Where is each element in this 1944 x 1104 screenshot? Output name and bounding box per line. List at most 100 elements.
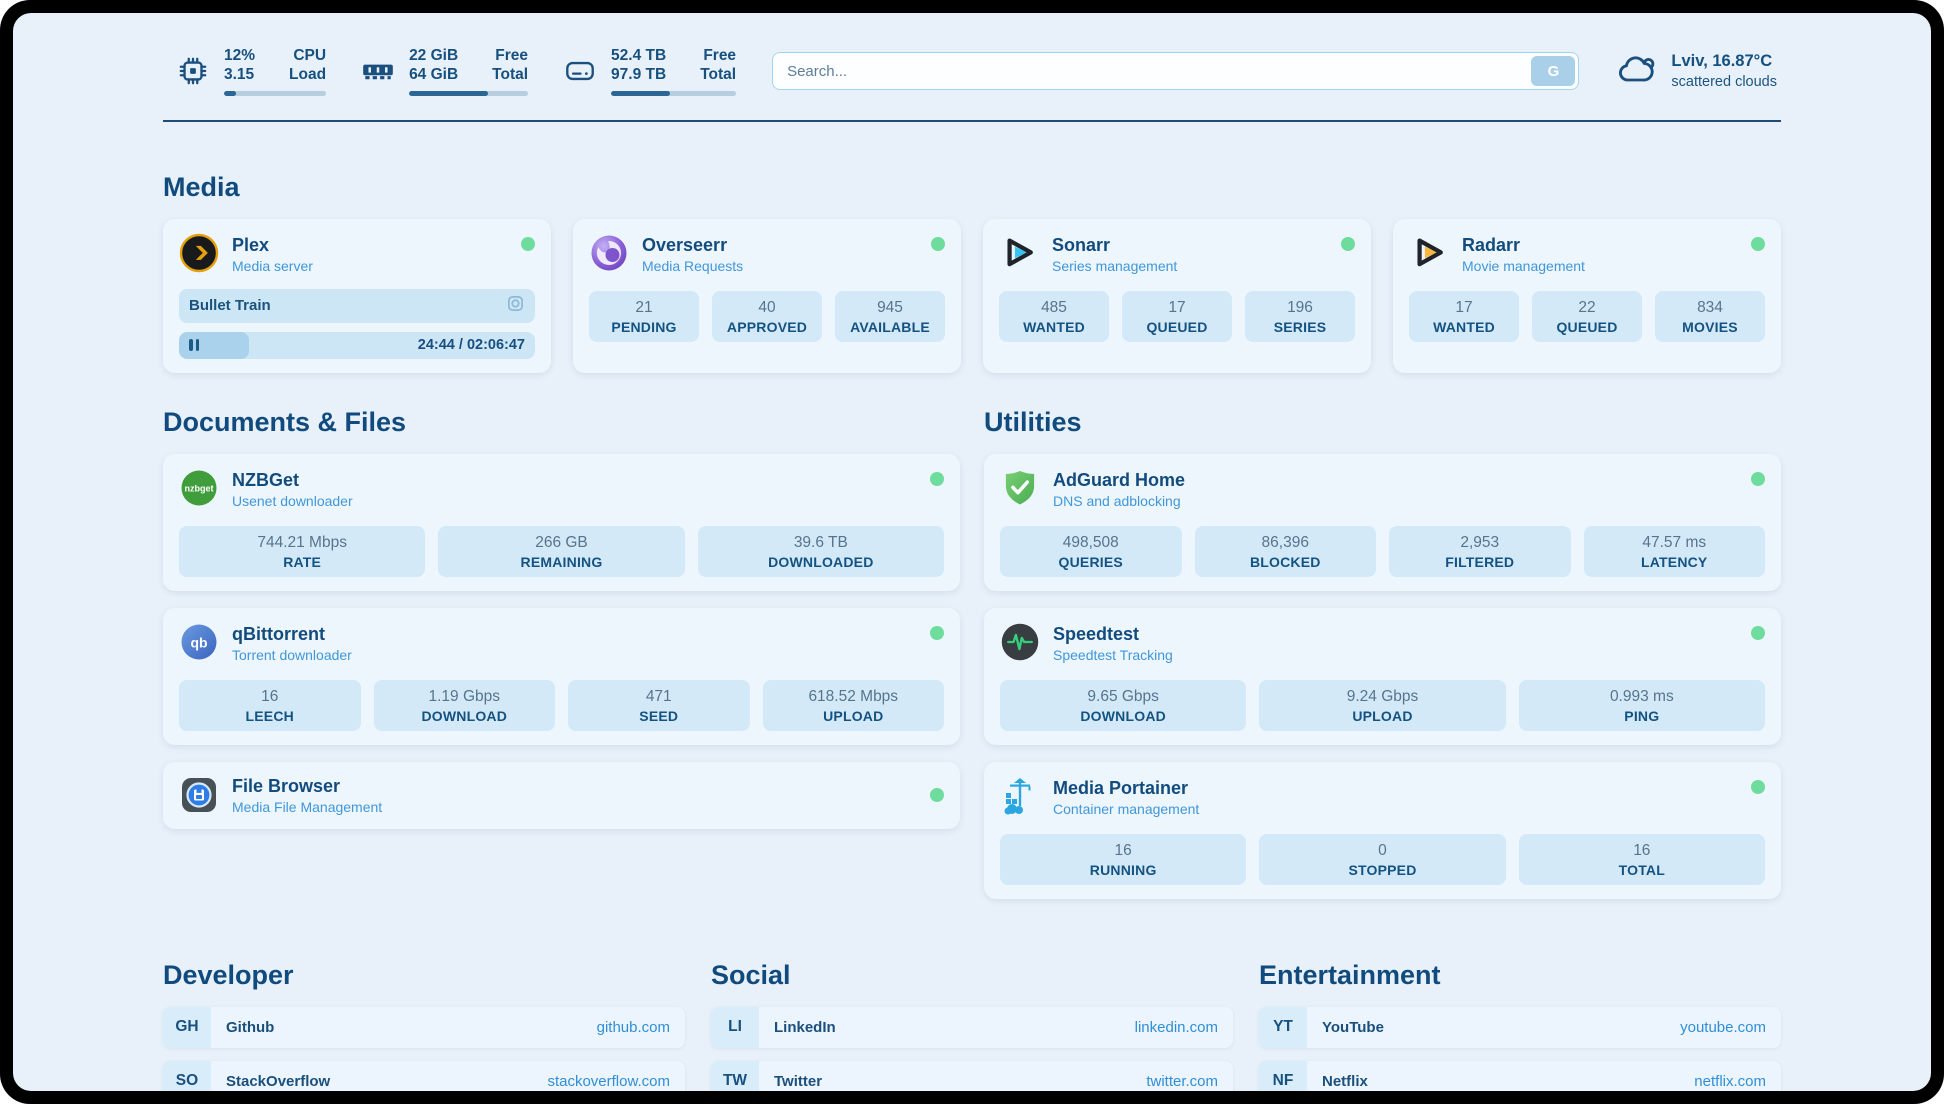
link-badge: SO [163, 1061, 211, 1091]
section-documents: Documents & Files nzbget NZBGet Usenet d… [163, 407, 960, 916]
stat-approved: 40 APPROVED [712, 291, 822, 342]
link-url: netflix.com [1694, 1073, 1766, 1090]
app-subtitle: Usenet downloader [232, 493, 353, 511]
system-widgets: 12% 3.15 CPU Load [175, 47, 736, 96]
link-name: StackOverflow [226, 1073, 330, 1090]
status-online-dot [930, 788, 944, 802]
stat-download: 1.19 Gbps DOWNLOAD [374, 680, 556, 731]
svg-text:nzbget: nzbget [185, 483, 214, 493]
disk-free-value: 52.4 TB [611, 47, 666, 66]
ram-progress-fill [409, 91, 488, 96]
stat-upload: 618.52 Mbps UPLOAD [763, 680, 945, 731]
app-card-sonarr[interactable]: Sonarr Series management 485 WANTED 17 Q… [983, 219, 1371, 373]
disk-widget: 52.4 TB 97.9 TB Free Total [562, 47, 736, 96]
app-card-filebrowser[interactable]: File Browser Media File Management [163, 762, 960, 829]
link-name: LinkedIn [774, 1019, 836, 1036]
dashboard-page: 12% 3.15 CPU Load [13, 13, 1931, 1091]
overseerr-icon [589, 233, 629, 273]
stat-upload: 9.24 Gbps UPLOAD [1259, 680, 1505, 731]
section-title-documents: Documents & Files [163, 407, 960, 438]
link-stackoverflow[interactable]: SO StackOverflow stackoverflow.com [163, 1061, 685, 1091]
header-divider [163, 120, 1781, 122]
link-netflix[interactable]: NF Netflix netflix.com [1259, 1061, 1781, 1091]
status-online-dot [1751, 472, 1765, 486]
disk-icon [562, 53, 598, 89]
section-title-developer: Developer [163, 960, 685, 991]
qbittorrent-icon: qb [179, 622, 219, 662]
cpu-usage-value: 12% [224, 47, 255, 66]
stat-remaining: 266 GB REMAINING [438, 526, 684, 577]
ram-total-label: Total [492, 66, 528, 85]
stat-wanted: 485 WANTED [999, 291, 1109, 342]
cpu-progress-fill [224, 91, 236, 96]
cpu-progress-track [224, 91, 326, 96]
stat-queued: 17 QUEUED [1122, 291, 1232, 342]
stat-running: 16 RUNNING [1000, 834, 1246, 885]
link-badge: NF [1259, 1061, 1307, 1091]
app-subtitle: Media server [232, 258, 313, 276]
now-playing-bar: Bullet Train [179, 289, 535, 323]
cpu-label: CPU [289, 47, 326, 66]
adguard-icon [1000, 468, 1040, 508]
link-github[interactable]: GH Github github.com [163, 1007, 685, 1048]
app-card-qbittorrent[interactable]: qb qBittorrent Torrent downloader 16 LEE… [163, 608, 960, 745]
link-youtube[interactable]: YT YouTube youtube.com [1259, 1007, 1781, 1048]
radarr-icon [1409, 233, 1449, 273]
stat-queued: 22 QUEUED [1532, 291, 1642, 342]
search-input[interactable] [772, 52, 1579, 90]
stat-latency: 47.57 ms LATENCY [1584, 526, 1766, 577]
stat-total: 16 TOTAL [1519, 834, 1765, 885]
cpu-widget: 12% 3.15 CPU Load [175, 47, 326, 96]
weather-widget: Lviv, 16.87°C scattered clouds [1615, 49, 1781, 94]
app-subtitle: Torrent downloader [232, 647, 352, 665]
stat-blocked: 86,396 BLOCKED [1195, 526, 1377, 577]
pause-icon[interactable] [189, 339, 199, 351]
section-media: Media Plex Media server [163, 172, 1781, 373]
app-card-overseerr[interactable]: Overseerr Media Requests 21 PENDING 40 A… [573, 219, 961, 373]
section-utilities: Utilities AdGuard Home [984, 407, 1781, 916]
disk-free-label: Free [700, 47, 736, 66]
stat-queries: 498,508 QUERIES [1000, 526, 1182, 577]
app-subtitle: Series management [1052, 258, 1177, 276]
app-card-radarr[interactable]: Radarr Movie management 17 WANTED 22 QUE… [1393, 219, 1781, 373]
app-subtitle: Media Requests [642, 258, 743, 276]
link-url: github.com [597, 1019, 670, 1036]
status-online-dot [930, 626, 944, 640]
status-online-dot [930, 472, 944, 486]
playback-time: 24:44 / 02:06:47 [418, 337, 525, 353]
section-title-utilities: Utilities [984, 407, 1781, 438]
app-card-portainer[interactable]: Media Portainer Container management 16 … [984, 762, 1781, 899]
status-online-dot [1751, 237, 1765, 251]
link-name: Netflix [1322, 1073, 1368, 1090]
stat-stopped: 0 STOPPED [1259, 834, 1505, 885]
link-url: stackoverflow.com [547, 1073, 670, 1090]
section-social: Social LI LinkedIn linkedin.com TW Twitt… [711, 960, 1233, 1091]
link-badge: YT [1259, 1007, 1307, 1048]
disk-total-value: 97.9 TB [611, 66, 666, 85]
link-twitter[interactable]: TW Twitter twitter.com [711, 1061, 1233, 1091]
stat-seed: 471 SEED [568, 680, 750, 731]
header: 12% 3.15 CPU Load [163, 47, 1781, 96]
app-card-nzbget[interactable]: nzbget NZBGet Usenet downloader 744.21 M… [163, 454, 960, 591]
link-name: YouTube [1322, 1019, 1384, 1036]
load-label: Load [289, 66, 326, 85]
playback-progress-bar[interactable]: 24:44 / 02:06:47 [179, 332, 535, 359]
app-card-speedtest[interactable]: Speedtest Speedtest Tracking 9.65 Gbps D… [984, 608, 1781, 745]
link-badge: TW [711, 1061, 759, 1091]
section-developer: Developer GH Github github.com SO StackO… [163, 960, 685, 1091]
weather-location: Lviv, 16.87°C [1671, 51, 1777, 72]
status-online-dot [1341, 237, 1355, 251]
speedtest-icon [1000, 622, 1040, 662]
memory-widget: 22 GiB 64 GiB Free Total [360, 47, 528, 96]
search-engine-button[interactable]: G [1531, 56, 1575, 86]
link-url: twitter.com [1146, 1073, 1218, 1090]
link-name: Twitter [774, 1073, 822, 1090]
stat-filtered: 2,953 FILTERED [1389, 526, 1571, 577]
media-session-icon[interactable] [506, 294, 525, 318]
link-linkedin[interactable]: LI LinkedIn linkedin.com [711, 1007, 1233, 1048]
app-title: Speedtest [1053, 623, 1173, 646]
app-card-adguard[interactable]: AdGuard Home DNS and adblocking 498,508 … [984, 454, 1781, 591]
ram-progress-track [409, 91, 528, 96]
app-card-plex[interactable]: Plex Media server Bullet Train [163, 219, 551, 373]
filebrowser-icon [179, 775, 219, 815]
